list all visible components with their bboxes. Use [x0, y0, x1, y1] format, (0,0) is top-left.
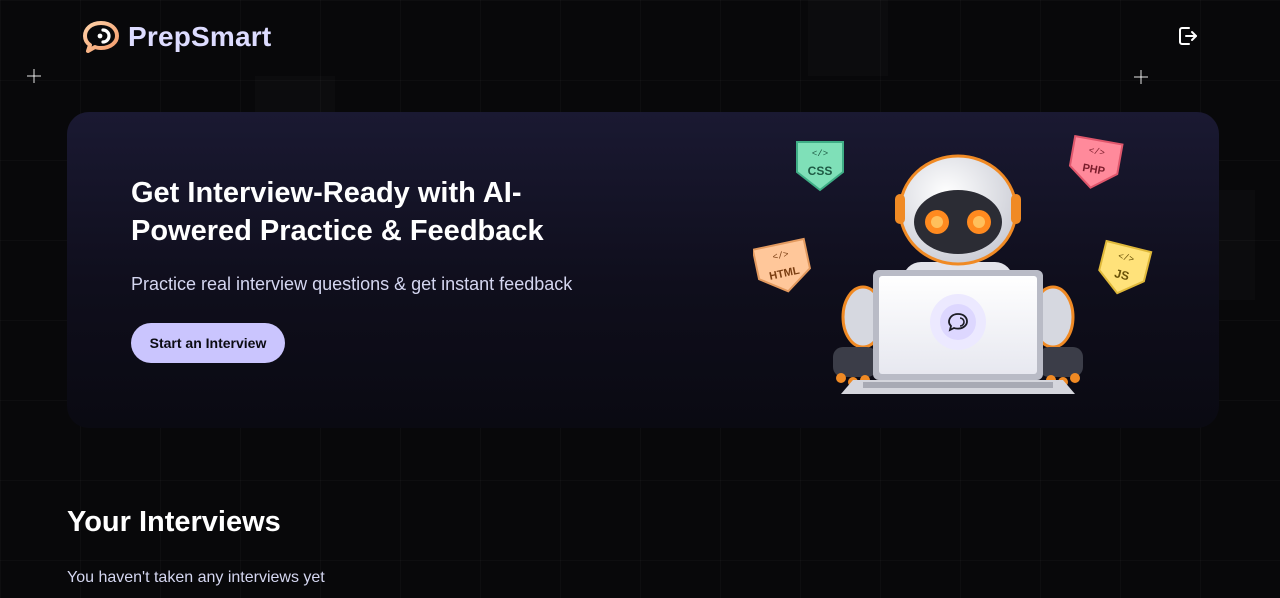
css-tag-icon: </> CSS — [796, 141, 844, 192]
hero-subtitle: Practice real interview questions & get … — [131, 274, 573, 294]
app-page: PrepSmart Get Interview-Ready with AI-Po… — [0, 0, 1280, 598]
svg-text:</>: </> — [812, 149, 828, 159]
your-interviews-heading: Your Interviews — [67, 506, 281, 538]
logout-icon — [1179, 27, 1197, 45]
empty-interviews-message: You haven't taken any interviews yet — [67, 569, 325, 586]
chat-bubble-logo-icon — [83, 21, 119, 53]
hero-banner: Get Interview-Ready with AI-Powered Prac… — [67, 112, 1219, 428]
css-tag-label: CSS — [808, 164, 833, 178]
brand-logo[interactable]: PrepSmart — [82, 20, 271, 54]
top-navbar: PrepSmart — [0, 0, 1280, 76]
logout-button[interactable] — [1176, 24, 1200, 48]
js-tag-icon: </> JS — [1098, 239, 1153, 295]
html-tag-icon: </> HTML — [753, 237, 812, 293]
background-tile — [255, 76, 335, 112]
hero-title: Get Interview-Ready with AI-Powered Prac… — [131, 177, 544, 247]
app-name: PrepSmart — [128, 21, 272, 52]
robot-laptop-illustration: </> CSS </> PHP </> HTML </> JS — [753, 135, 1153, 394]
laptop-icon — [841, 270, 1075, 394]
start-interview-button[interactable]: Start an Interview — [131, 323, 285, 363]
php-tag-icon: </> PHP — [1068, 135, 1124, 189]
